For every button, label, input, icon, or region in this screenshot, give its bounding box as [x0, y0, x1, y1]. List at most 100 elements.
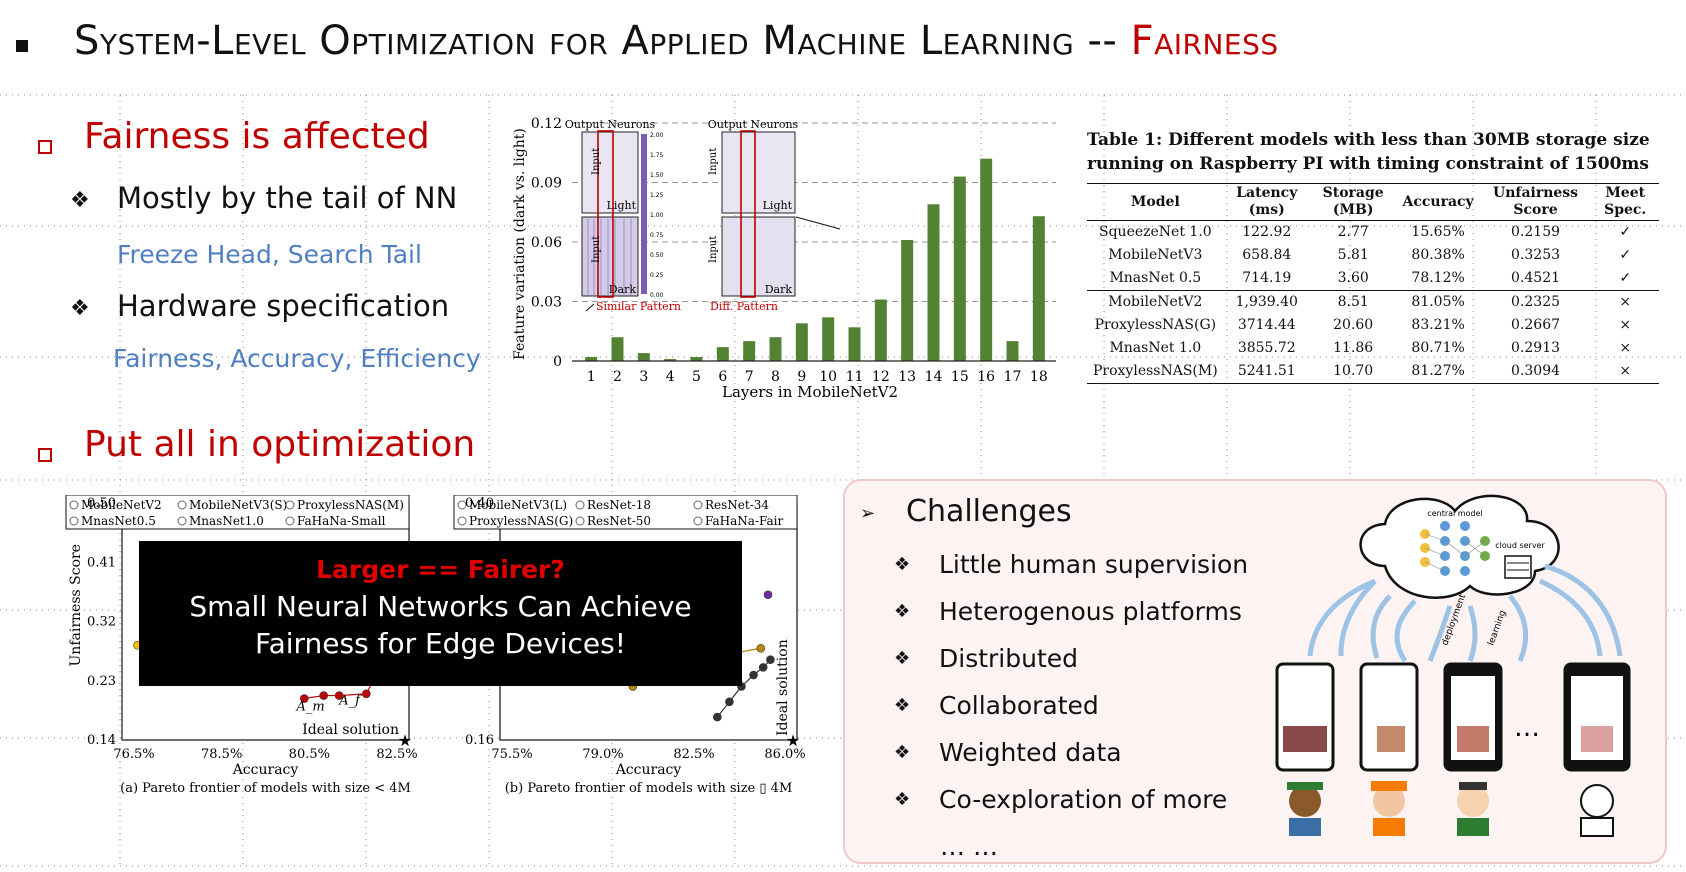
- challenge-item: Heterogenous platforms: [939, 597, 1242, 626]
- bar: [953, 176, 966, 361]
- xtick-label: 82.5%: [673, 747, 714, 762]
- table-cell: 10.70: [1333, 363, 1374, 379]
- table-header-cell: Accuracy: [1402, 193, 1474, 210]
- legend-marker: [69, 516, 79, 526]
- ideal-solution-label: Ideal solution: [302, 722, 399, 738]
- bar-xtick-label: 12: [872, 369, 890, 385]
- x-axis-label: Accuracy: [615, 762, 682, 778]
- table-header-cell: Model: [1130, 193, 1180, 210]
- ytick-label: 0.50: [87, 496, 116, 511]
- chart-legend: MobileNetV3(L) ResNet-18 ResNet-34Proxyles…: [453, 495, 798, 530]
- bar-xtick-label: 17: [1004, 369, 1022, 385]
- section2-bullet: [38, 448, 52, 462]
- bar-chart: Feature variation (dark vs. light) Layer…: [512, 116, 1056, 401]
- colorbar-tick-label: 0.25: [650, 272, 664, 279]
- models-table: Model Latency (ms) Storage (MB) Accuracy Unf…: [1087, 183, 1659, 384]
- bar: [769, 337, 782, 361]
- section1-heading: Fairness is affected: [84, 116, 430, 157]
- table-cell: 81.05%: [1411, 294, 1465, 310]
- table-cell: 15.65%: [1411, 224, 1465, 240]
- bar-xtick-label: 13: [898, 369, 916, 385]
- overlay-banner: Larger == Fairer? Small Neural Networks …: [139, 541, 742, 686]
- xtick-label: 80.5%: [289, 747, 330, 762]
- diamond-bullet-icon: ❖: [70, 188, 90, 213]
- colorbar-tick-label: 1.50: [650, 172, 664, 179]
- diamond-bullet-icon: ❖: [894, 601, 911, 622]
- colorbar-tick-label: 0.75: [650, 232, 664, 239]
- bar: [848, 327, 861, 361]
- data-point: [713, 712, 722, 722]
- heatmap-input-label: Input: [591, 148, 602, 175]
- heatmap-light-label: Light: [763, 199, 793, 212]
- annotation-label: A_f: [338, 693, 362, 708]
- bar-ytick-label: 0.09: [531, 176, 562, 192]
- xtick-label: 79.0%: [582, 747, 623, 762]
- legend-marker: [69, 500, 79, 510]
- heatmap-input-label: Input: [708, 236, 719, 263]
- legend-label: MobileNetV3(S): [189, 498, 287, 512]
- table-header-cell: Unfairness Score: [1493, 185, 1579, 218]
- bar-xtick-label: 14: [925, 369, 943, 385]
- ideal-star-icon: ★: [398, 731, 412, 750]
- challenge-item: Collaborated: [939, 691, 1099, 720]
- legend-label: ProxylessNAS(G): [469, 514, 573, 528]
- table-cell: MobileNetV2: [1108, 294, 1203, 310]
- table-cell: SqueezeNet 1.0: [1099, 224, 1212, 240]
- bar: [901, 240, 914, 361]
- table-header-cell: Storage (MB): [1322, 185, 1384, 218]
- user-avatar-icon: [1457, 782, 1489, 836]
- table-cell: ProxylessNAS(M): [1093, 363, 1218, 379]
- legend-label: FaHaNa-Small: [297, 514, 386, 528]
- bar: [637, 353, 650, 361]
- server-icon: [1504, 555, 1532, 579]
- table-header-cell: Meet Spec.: [1604, 185, 1647, 218]
- ellipsis-label: …: [1514, 713, 1540, 743]
- heatmap-right: Output Neurons Input Input Light Dark Di…: [708, 118, 841, 313]
- table-cell: 3855.72: [1237, 340, 1296, 356]
- overlay-question: Larger == Fairer?: [316, 555, 565, 584]
- phone-icon: [1443, 662, 1503, 772]
- bullet1-text: Mostly by the tail of NN: [117, 181, 458, 215]
- data-point: [766, 655, 775, 665]
- ytick-label: 0.41: [87, 555, 116, 570]
- bar: [743, 341, 756, 361]
- section1-bullet: [38, 140, 52, 154]
- legend-marker: [177, 500, 187, 510]
- xtick-label: 78.5%: [201, 747, 242, 762]
- heatmap-dark-label: Dark: [609, 283, 637, 296]
- annotation-label: A_m: [296, 699, 325, 714]
- bar-ylabel: Feature variation (dark vs. light): [512, 128, 528, 360]
- legend-label: ResNet-18: [587, 498, 651, 512]
- data-point: [319, 691, 328, 700]
- bar: [1006, 341, 1019, 361]
- bar: [927, 204, 940, 361]
- data-point: [749, 670, 758, 680]
- diff-pattern-label: Diff. Pattern: [710, 300, 778, 313]
- data-point: [725, 697, 734, 707]
- bar-ytick-label: 0: [553, 354, 562, 370]
- table-cell: 80.38%: [1411, 247, 1465, 263]
- heatmap-dark-label: Dark: [765, 283, 793, 296]
- legend-marker: [693, 516, 703, 526]
- legend-marker: [177, 516, 187, 526]
- table-row: MnasNet 1.0 3855.72 11.86 80.71% 0.2913 ×: [1087, 337, 1659, 360]
- table-cell: 20.60: [1333, 317, 1374, 333]
- bar: [980, 158, 993, 361]
- table-cell: ×: [1619, 317, 1632, 333]
- title-main: System-Level Optimization for Applied Ma…: [74, 18, 1131, 64]
- page-title: System-Level Optimization for Applied Ma…: [74, 18, 1279, 64]
- phone-icon: [1359, 662, 1419, 772]
- heatmap-title: Output Neurons: [565, 118, 656, 131]
- table-cell: ×: [1619, 294, 1632, 310]
- table-cell: ×: [1619, 363, 1632, 379]
- table-cell: 5.81: [1337, 247, 1369, 263]
- central-model-label: central model: [1427, 509, 1482, 518]
- table-cell: MnasNet 1.0: [1109, 340, 1202, 356]
- table-cell: 11.86: [1333, 340, 1374, 356]
- bar-xtick-label: 18: [1030, 369, 1048, 385]
- ytick-label: 0.16: [465, 733, 494, 748]
- title-bullet: [16, 40, 28, 52]
- table-cell: 0.2667: [1511, 317, 1561, 333]
- table-cell: 81.27%: [1411, 363, 1465, 379]
- user-avatar-icon: [1371, 781, 1407, 836]
